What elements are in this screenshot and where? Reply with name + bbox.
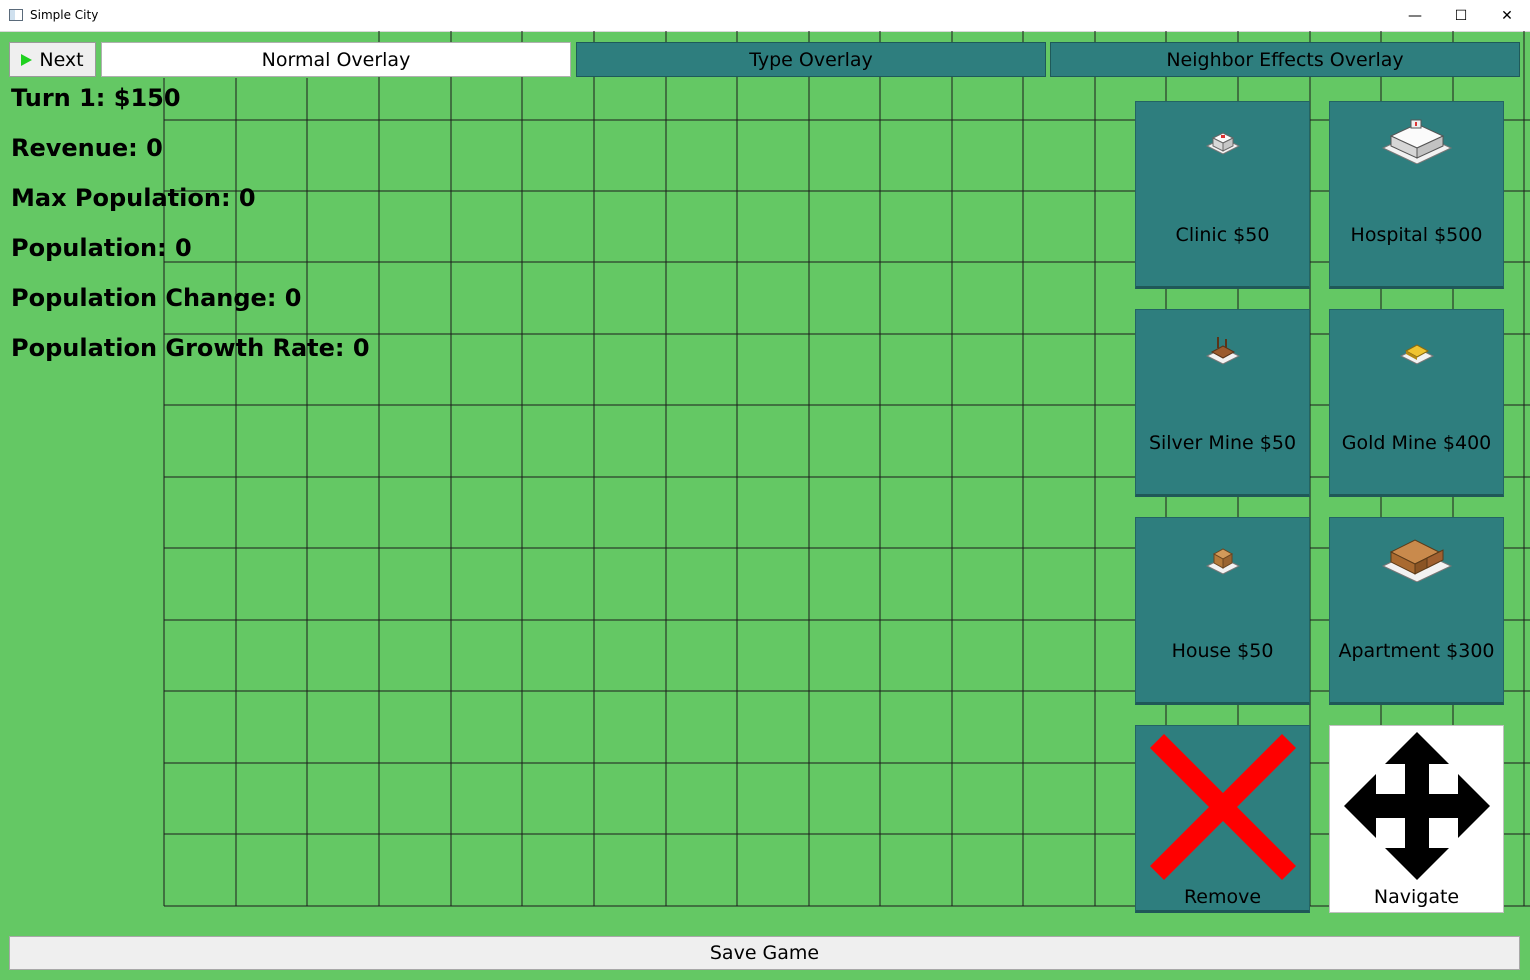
neighbor-effects-overlay-button[interactable]: Neighbor Effects Overlay [1050, 42, 1520, 77]
max-population: Max Population: 0 [11, 184, 256, 212]
remove-x-icon [1150, 734, 1296, 884]
apartment-icon [1330, 530, 1503, 582]
population-change: Population Change: 0 [11, 284, 302, 312]
clinic-label: Clinic $50 [1175, 224, 1270, 246]
normal-overlay-button[interactable]: Normal Overlay [101, 42, 571, 77]
next-turn-button[interactable]: Next [9, 42, 96, 77]
hospital-icon [1330, 114, 1503, 164]
gold-mine-label: Gold Mine $400 [1341, 432, 1492, 454]
clinic-icon [1136, 120, 1309, 160]
apartment-button[interactable]: Apartment $300 [1329, 517, 1504, 705]
hospital-label: Hospital $500 [1350, 224, 1483, 246]
play-icon [21, 53, 33, 66]
population: Population: 0 [11, 234, 192, 262]
type-overlay-button[interactable]: Type Overlay [576, 42, 1046, 77]
navigate-button[interactable]: Navigate [1329, 725, 1504, 913]
silver-mine-button[interactable]: Silver Mine $50 [1135, 309, 1310, 497]
silver-mine-label: Silver Mine $50 [1148, 432, 1297, 454]
gold-mine-icon [1330, 328, 1503, 368]
revenue: Revenue: 0 [11, 134, 163, 162]
clinic-button[interactable]: Clinic $50 [1135, 101, 1310, 289]
hospital-button[interactable]: Hospital $500 [1329, 101, 1504, 289]
house-label: House $50 [1171, 640, 1274, 662]
remove-button[interactable]: Remove [1135, 725, 1310, 913]
turn-money: Turn 1: $150 [11, 84, 181, 112]
apartment-label: Apartment $300 [1338, 640, 1495, 662]
move-arrows-icon [1344, 732, 1490, 884]
navigate-label: Navigate [1373, 886, 1460, 908]
next-label: Next [39, 48, 84, 71]
remove-label: Remove [1183, 886, 1262, 908]
silver-mine-icon [1136, 328, 1309, 368]
gold-mine-button[interactable]: Gold Mine $400 [1329, 309, 1504, 497]
house-button[interactable]: House $50 [1135, 517, 1310, 705]
house-icon [1136, 536, 1309, 576]
save-game-button[interactable]: Save Game [9, 936, 1520, 970]
population-growth-rate: Population Growth Rate: 0 [11, 334, 370, 362]
